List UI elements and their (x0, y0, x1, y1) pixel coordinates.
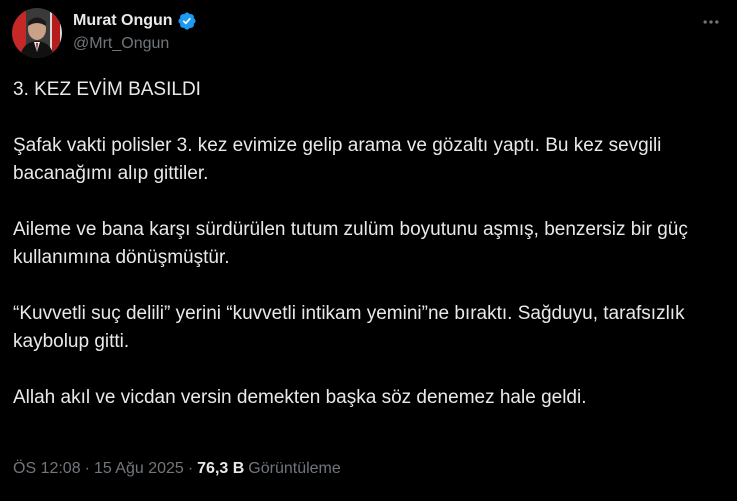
more-options-icon (703, 20, 719, 24)
author-handle[interactable]: @Mrt_Ongun (73, 35, 169, 53)
views-count[interactable]: 76,3 B (197, 460, 244, 478)
tweet-paragraph: “Kuvvetli suç delili” yerini “kuvvetli i… (13, 303, 685, 352)
tweet-body: 3. KEZ EVİM BASILDI Şafak vakti polisler… (13, 76, 713, 412)
views-label: Görüntüleme (248, 460, 341, 477)
tweet-paragraph: Şafak vakti polisler 3. kez evimize geli… (13, 135, 662, 184)
author-display-name[interactable]: Murat Ongun (73, 12, 173, 30)
tweet-paragraph: Allah akıl ve vicdan versin demekten baş… (13, 387, 587, 408)
verified-badge-icon[interactable] (177, 11, 197, 31)
tweet-paragraph: Aileme ve bana karşı sürdürülen tutum zu… (13, 219, 688, 268)
tweet-card: Murat Ongun @Mrt_Ongun 3. KEZ EVİM BASIL… (0, 0, 737, 501)
author-avatar[interactable] (12, 8, 62, 58)
more-options-button[interactable] (699, 10, 723, 34)
meta-separator: · (84, 460, 90, 477)
tweet-date[interactable]: 15 Ağu 2025 (94, 460, 184, 478)
avatar-image (12, 8, 62, 58)
tweet-time[interactable]: ÖS 12:08 (13, 460, 81, 478)
author-name-row: Murat Ongun (73, 10, 197, 32)
tweet-metadata: ÖS 12:08 · 15 Ağu 2025 · 76,3 B Görüntül… (13, 460, 341, 478)
meta-separator: · (187, 460, 194, 477)
tweet-headline: 3. KEZ EVİM BASILDI (13, 79, 201, 100)
